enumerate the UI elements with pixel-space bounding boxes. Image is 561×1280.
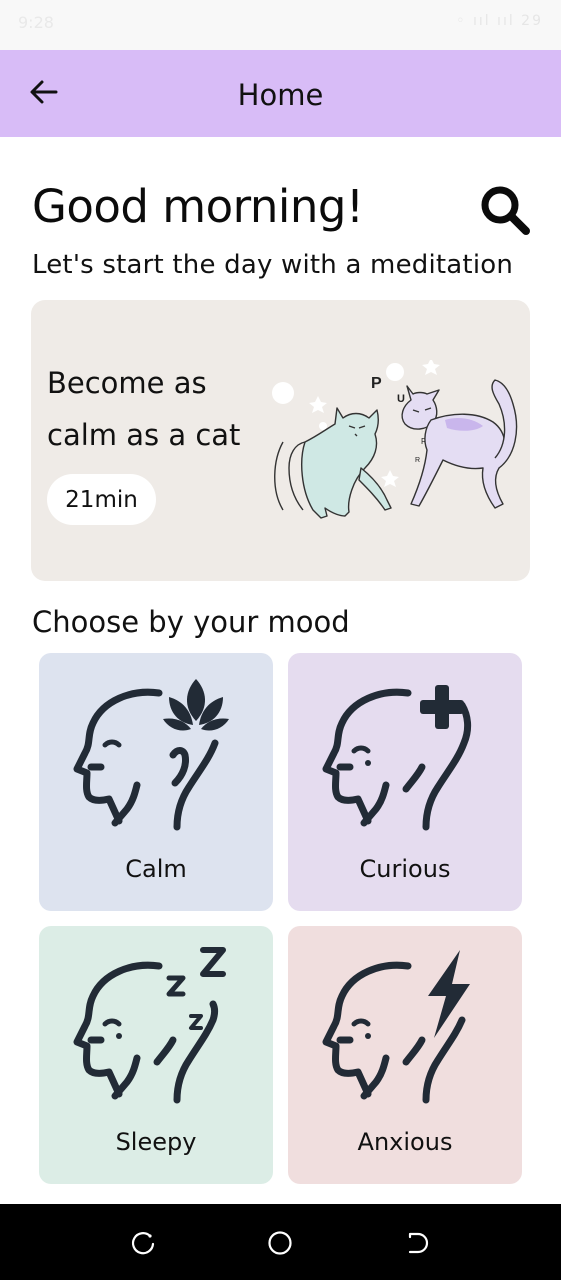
home-circle-icon[interactable] bbox=[267, 1230, 293, 1256]
lightning-head-icon bbox=[322, 950, 470, 1104]
lotus-head-icon bbox=[73, 679, 229, 831]
greeting-subtitle: Let's start the day with a meditation bbox=[32, 250, 514, 280]
mood-label-curious: Curious bbox=[359, 855, 451, 883]
mood-tile-anxious[interactable]: Anxious bbox=[288, 926, 522, 1184]
status-bar: 9:28 ◦ ııl ııl 29 bbox=[0, 0, 561, 50]
status-time: 9:28 bbox=[18, 13, 54, 32]
featured-title-line1: Become as bbox=[47, 366, 207, 400]
mood-tile-calm[interactable]: Calm bbox=[39, 653, 273, 911]
purr-letter-u: U bbox=[397, 393, 405, 405]
sleep-head-icon bbox=[73, 947, 226, 1104]
system-nav-bar bbox=[0, 1204, 561, 1280]
back-nav-icon[interactable] bbox=[404, 1230, 430, 1256]
app-bar-title: Home bbox=[237, 78, 324, 112]
greeting-heading: Good morning! bbox=[32, 180, 364, 233]
recent-apps-icon[interactable] bbox=[130, 1230, 156, 1256]
status-indicators: ◦ ııl ııl 29 bbox=[456, 13, 543, 29]
mood-label-sleepy: Sleepy bbox=[115, 1128, 197, 1156]
mood-label-anxious: Anxious bbox=[357, 1128, 453, 1156]
purr-letter-r3: R bbox=[415, 457, 420, 464]
mood-tile-sleepy[interactable]: Sleepy bbox=[39, 926, 273, 1184]
search-button[interactable] bbox=[478, 183, 532, 237]
duration-pill: 21min bbox=[47, 474, 156, 525]
plus-head-icon bbox=[322, 685, 472, 831]
mood-section-title: Choose by your mood bbox=[32, 605, 350, 639]
featured-meditation-card[interactable]: Become as calm as a cat 21min P U R R R bbox=[31, 300, 530, 581]
app-bar: Home bbox=[0, 50, 561, 137]
featured-title-line2: calm as a cat bbox=[47, 418, 241, 452]
mood-tile-curious[interactable]: Curious bbox=[288, 653, 522, 911]
search-icon bbox=[481, 186, 530, 235]
purr-letter-p: P bbox=[371, 375, 382, 392]
cats-illustration: P U R R R bbox=[272, 360, 518, 519]
mood-label-calm: Calm bbox=[125, 855, 187, 883]
